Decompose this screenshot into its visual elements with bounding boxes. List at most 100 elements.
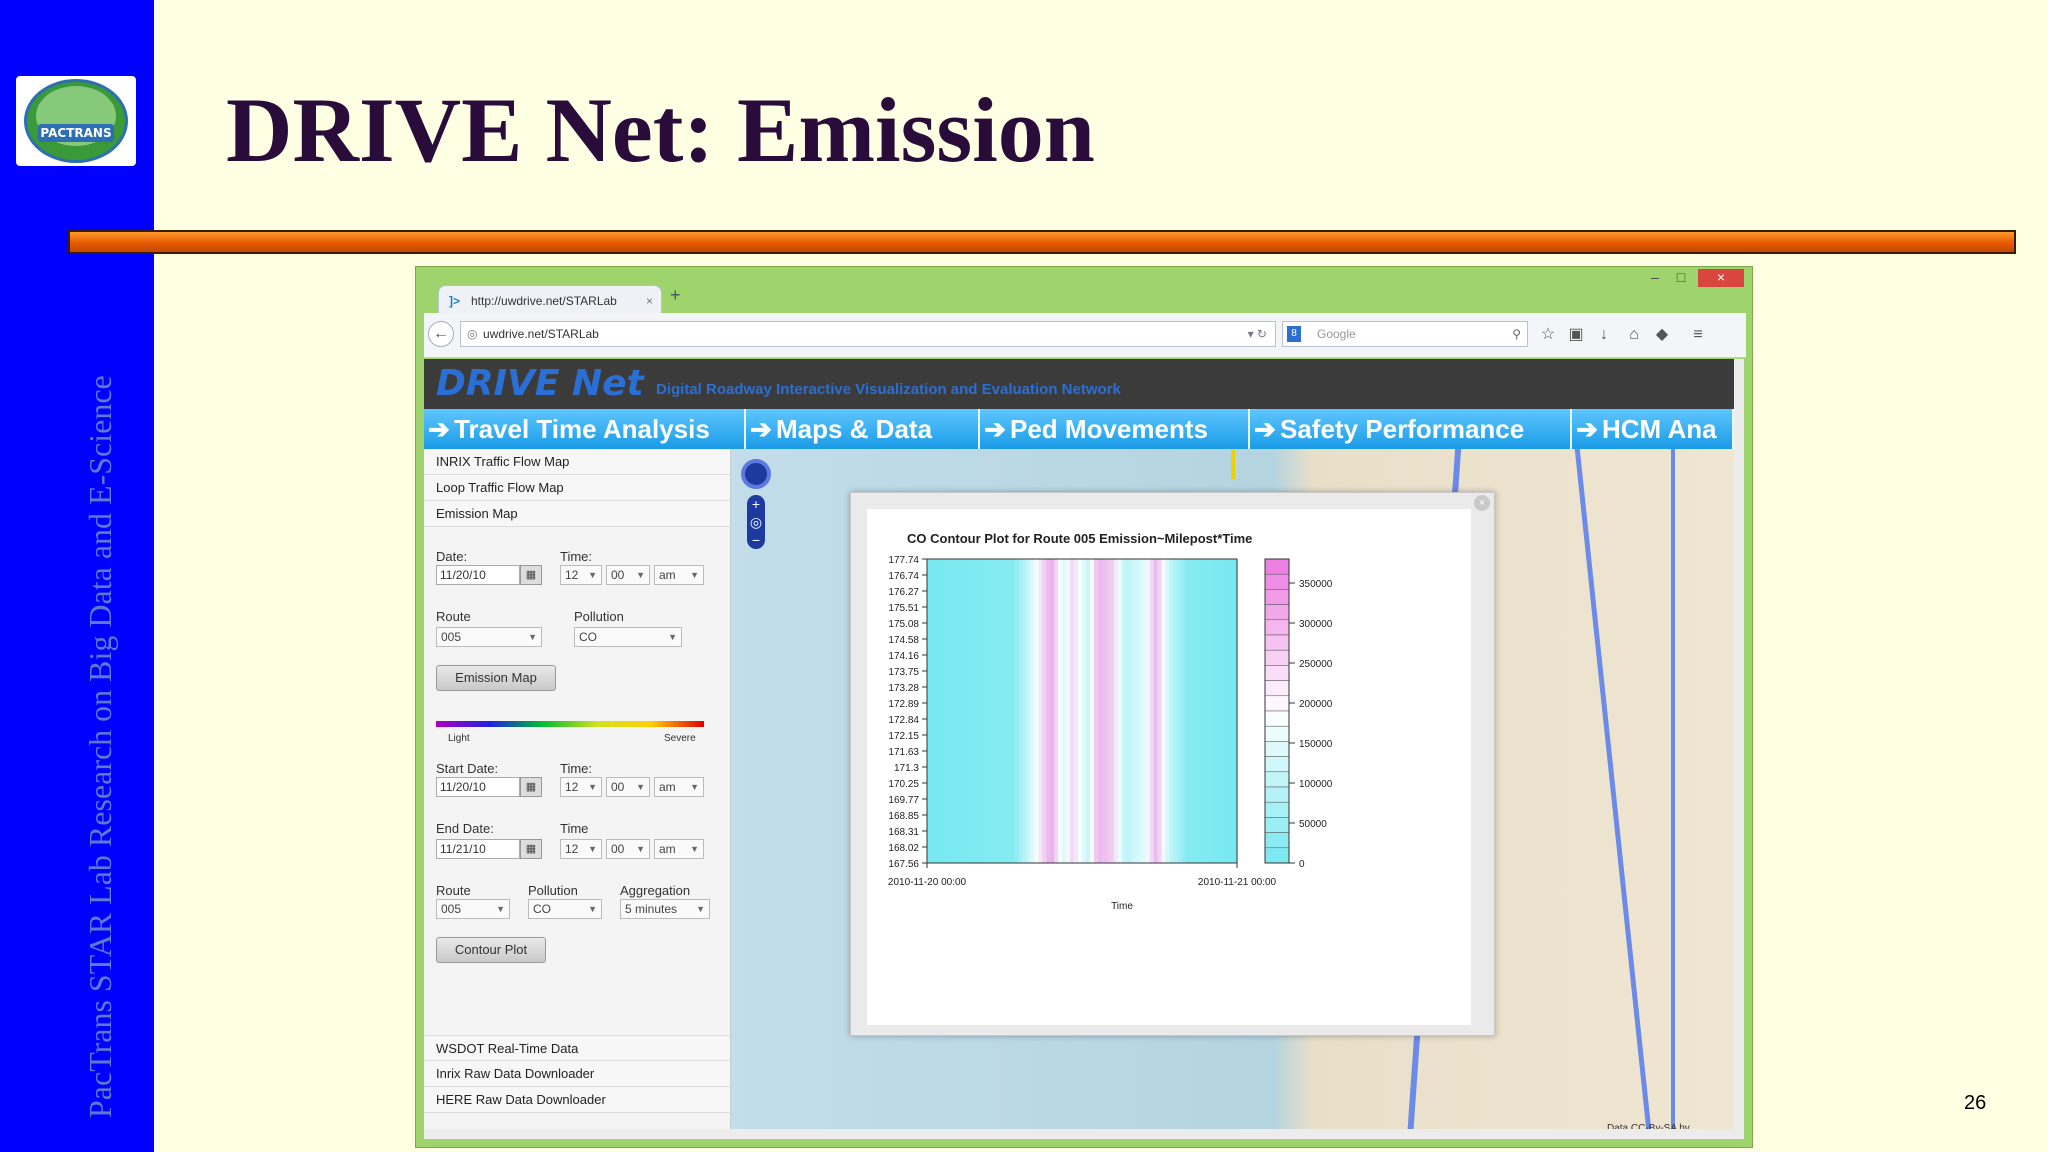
calendar-icon[interactable]: ▦ <box>520 565 542 585</box>
zoom-icon[interactable]: + ◎ − <box>747 495 765 549</box>
route-select[interactable]: 005 ▼ <box>436 627 542 647</box>
heatmap-column <box>1149 559 1155 863</box>
menu-item-inrix[interactable]: INRIX Traffic Flow Map <box>424 449 730 475</box>
start-date-field[interactable]: 11/20/10 <box>436 777 520 797</box>
arrow-right-icon: ➔ <box>1254 414 1276 444</box>
search-box[interactable]: 8 Google ⚲ <box>1282 321 1528 347</box>
dialog-close-icon[interactable]: × <box>1474 495 1490 511</box>
heatmap-column <box>1034 559 1039 863</box>
colorbar-tick-label: 350000 <box>1299 579 1333 590</box>
route-marker-line <box>1231 449 1235 479</box>
y-tick-label: 171.3 <box>894 763 919 774</box>
here-downloader-link[interactable]: HERE Raw Data Downloader <box>424 1087 730 1113</box>
shield-icon[interactable]: ◆ <box>1650 323 1674 347</box>
vertical-scrollbar[interactable] <box>1734 359 1744 1139</box>
tab-travel-time-analysis[interactable]: ➔ Travel Time Analysis <box>424 409 746 449</box>
tab-hcm-analysis[interactable]: ➔ HCM Ana <box>1572 409 1734 449</box>
heatmap-column <box>1054 559 1059 863</box>
emission-map-button[interactable]: Emission Map <box>436 665 556 691</box>
end-minute-select[interactable]: 00 ▼ <box>606 839 650 859</box>
colorbar-cell <box>1264 680 1290 697</box>
new-tab-button[interactable]: + <box>670 285 681 306</box>
inrix-downloader-link[interactable]: Inrix Raw Data Downloader <box>424 1061 730 1087</box>
wsdot-link[interactable]: WSDOT Real-Time Data <box>424 1035 730 1061</box>
heatmap-column <box>1117 559 1123 863</box>
app-subtitle: Digital Roadway Interactive Visualizatio… <box>656 381 1121 398</box>
heatmap-column <box>1133 559 1139 863</box>
colorbar-cell <box>1264 725 1290 742</box>
heatmap-column <box>1221 559 1226 863</box>
start-hour-select[interactable]: 12 ▼ <box>560 777 602 797</box>
calendar-icon[interactable]: ▦ <box>520 777 542 797</box>
horizontal-scrollbar[interactable] <box>424 1129 1734 1139</box>
tab-safety-performance[interactable]: ➔ Safety Performance <box>1250 409 1572 449</box>
maximize-button[interactable]: □ <box>1670 269 1692 287</box>
arrow-right-icon: ➔ <box>1576 414 1598 444</box>
search-engine-icon[interactable]: 8 <box>1287 326 1301 342</box>
highway-line <box>1671 449 1675 1139</box>
heatmap-column <box>934 559 940 863</box>
y-tick-label: 174.58 <box>888 635 919 646</box>
menu-item-loop[interactable]: Loop Traffic Flow Map <box>424 475 730 501</box>
pollution-label: Pollution <box>574 609 624 624</box>
end-ampm-select[interactable]: am ▼ <box>654 839 704 859</box>
search-icon[interactable]: ⚲ <box>1512 322 1521 346</box>
reload-icon[interactable]: ▾ ↻ <box>1248 322 1267 346</box>
heatmap-column <box>1085 559 1091 863</box>
back-arrow-icon[interactable]: ← <box>428 321 454 347</box>
date-field[interactable]: 11/20/10 <box>436 565 520 585</box>
end-date-field[interactable]: 11/21/10 <box>436 839 520 859</box>
colorbar-cell <box>1264 741 1290 757</box>
route-select-2[interactable]: 005 ▼ <box>436 899 510 919</box>
calendar-icon[interactable]: ▦ <box>520 839 542 859</box>
hour-select[interactable]: 12 ▼ <box>560 565 602 585</box>
app-logo[interactable]: DRIVE Net <box>436 363 644 404</box>
end-hour-select[interactable]: 12 ▼ <box>560 839 602 859</box>
date-label: Date: <box>436 549 468 564</box>
download-icon[interactable]: ↓ <box>1592 323 1616 347</box>
colorbar-tick-label: 50000 <box>1299 819 1327 830</box>
start-minute-select[interactable]: 00 ▼ <box>606 777 650 797</box>
clipboard-icon[interactable]: ▣ <box>1564 323 1588 347</box>
map-zoom-controls[interactable]: + ◎ − <box>741 459 771 549</box>
browser-tab[interactable]: ]> http://uwdrive.net/STARLab × <box>438 285 662 315</box>
tab-label: Ped Movements <box>1010 414 1208 444</box>
title-rule <box>68 230 2016 254</box>
heatmap-column <box>1125 559 1131 863</box>
y-tick-label: 172.89 <box>888 699 919 710</box>
tab-label: Travel Time Analysis <box>454 414 710 444</box>
address-bar[interactable]: ◎ uwdrive.net/STARLab ▾ ↻ <box>460 321 1276 347</box>
pan-icon[interactable] <box>741 459 771 489</box>
aggregation-label: Aggregation <box>620 883 691 898</box>
minute-select[interactable]: 00 ▼ <box>606 565 650 585</box>
star-icon[interactable]: ☆ <box>1536 323 1560 347</box>
heatmap-column <box>1018 559 1023 863</box>
contour-plot-button[interactable]: Contour Plot <box>436 937 546 963</box>
heatmap-column <box>1185 559 1190 863</box>
start-ampm-select[interactable]: am ▼ <box>654 777 704 797</box>
heatmap-column <box>994 559 1000 863</box>
heatmap-column <box>1121 559 1127 863</box>
menu-icon[interactable]: ≡ <box>1686 323 1710 347</box>
tab-maps-data[interactable]: ➔ Maps & Data <box>746 409 980 449</box>
heatmap-column <box>1002 559 1008 863</box>
close-window-button[interactable]: × <box>1698 269 1744 287</box>
tab-ped-movements[interactable]: ➔ Ped Movements <box>980 409 1250 449</box>
pollution-value: CO <box>533 902 551 916</box>
minimize-button[interactable]: – <box>1644 269 1666 287</box>
pollution-select[interactable]: CO ▼ <box>574 627 682 647</box>
colorbar-tick-label: 150000 <box>1299 739 1333 750</box>
tab-close-icon[interactable]: × <box>646 286 653 316</box>
heatmap-column <box>998 559 1004 863</box>
pollution-select-2[interactable]: CO ▼ <box>528 899 602 919</box>
y-tick-label: 168.85 <box>888 811 919 822</box>
home-icon[interactable]: ⌂ <box>1622 323 1646 347</box>
heatmap-column <box>974 559 980 863</box>
heatmap-column <box>1038 559 1043 863</box>
ampm-select[interactable]: am ▼ <box>654 565 704 585</box>
menu-item-emission[interactable]: Emission Map <box>424 501 730 527</box>
heatmap-column <box>1193 559 1198 863</box>
chevron-down-icon: ▼ <box>636 844 645 854</box>
aggregation-select[interactable]: 5 minutes ▼ <box>620 899 710 919</box>
colorbar-cell <box>1264 695 1290 712</box>
